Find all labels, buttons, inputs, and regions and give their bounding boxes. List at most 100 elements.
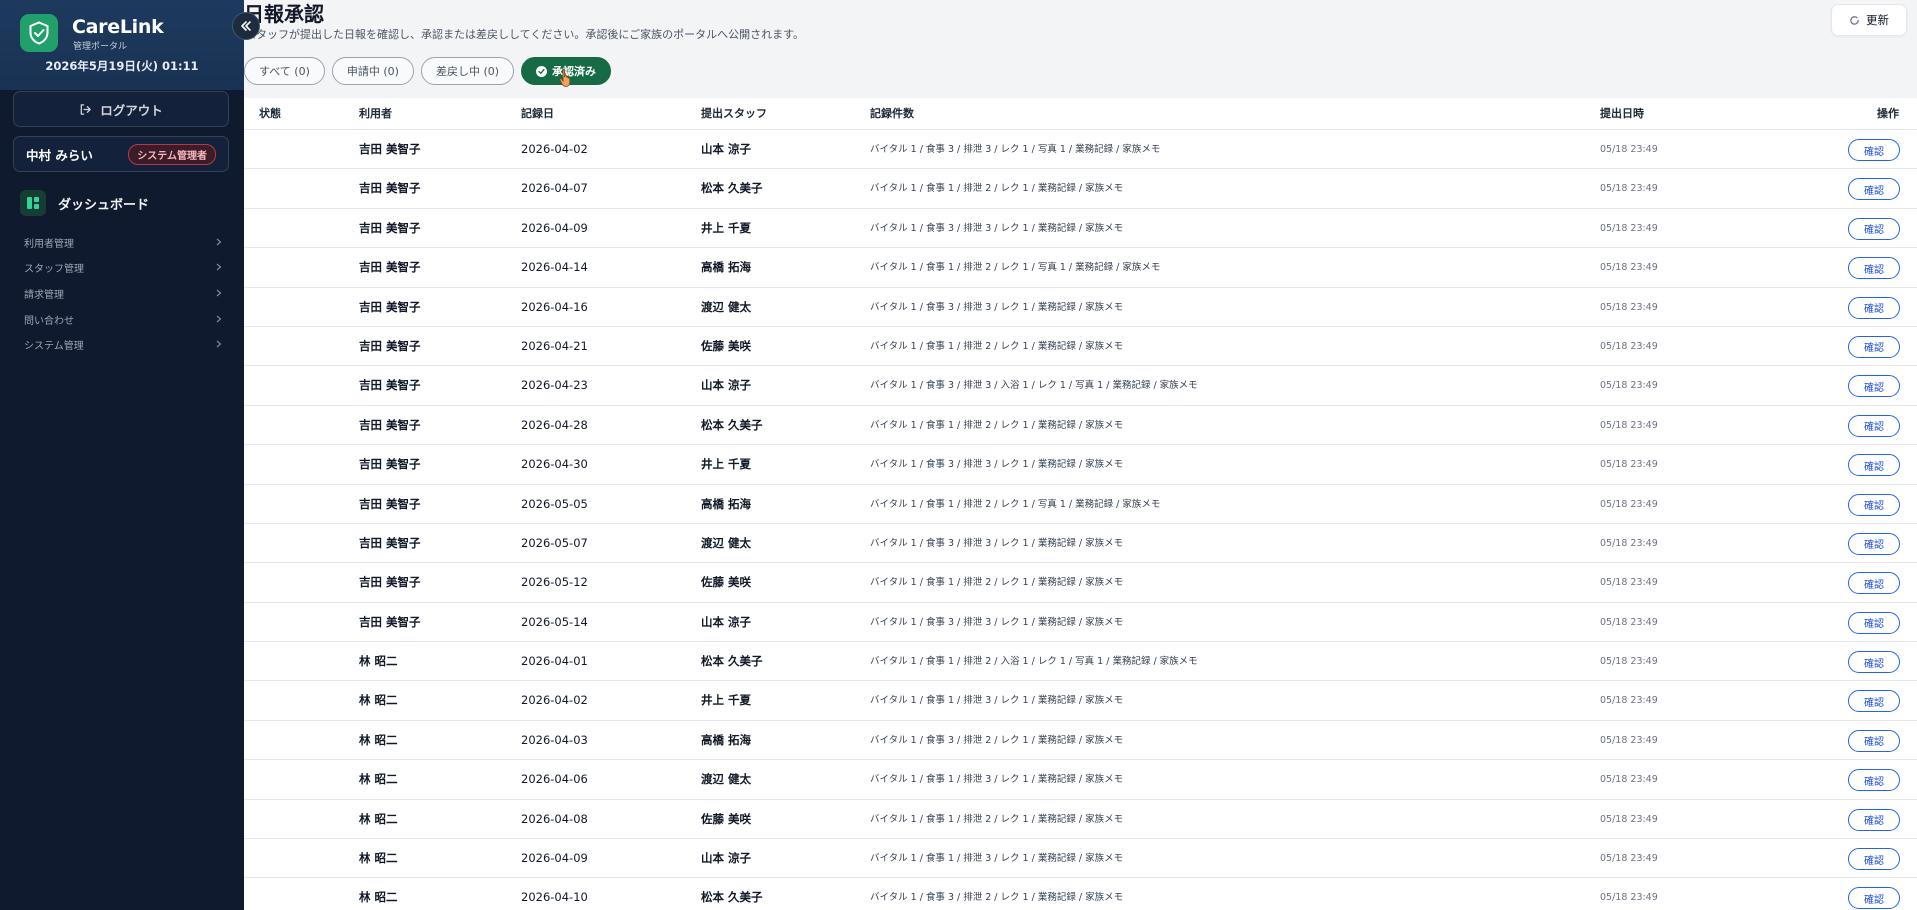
row-user: 吉田 美智子	[359, 260, 421, 275]
row-staff: 山本 涼子	[701, 378, 752, 393]
status-filters: すべて (0) 申請中 (0) 差戻し中 (0) 承認済み	[244, 57, 612, 85]
col-actions: 操作	[1877, 107, 1899, 120]
row-submitted: 05/18 23:49	[1600, 892, 1658, 904]
row-user: 吉田 美智子	[359, 299, 421, 314]
row-staff: 井上 千夏	[701, 220, 752, 235]
table-row: 吉田 美智子 2026-04-16 渡辺 健太 バイタル 1 / 食事 3 / 排泄 …	[244, 287, 1917, 327]
table-row: 吉田 美智子 2026-04-14 高橋 拓海 バイタル 1 / 食事 1 / 排泄 …	[244, 248, 1917, 288]
row-staff: 山本 涼子	[701, 614, 752, 629]
row-counts: バイタル 1 / 食事 3 / 排泄 2 / レク 1 / 業務記録 / 家族メ…	[870, 734, 1124, 746]
dashboard-label: ダッシュボード	[58, 197, 150, 213]
logout-button[interactable]: ログアウト	[13, 91, 229, 127]
row-user: 林 昭二	[359, 890, 398, 905]
confirm-button[interactable]: 確認	[1848, 178, 1900, 201]
confirm-button[interactable]: 確認	[1848, 887, 1900, 910]
row-user: 吉田 美智子	[359, 338, 421, 353]
row-user: 林 昭二	[359, 693, 398, 708]
row-user: 吉田 美智子	[359, 181, 421, 196]
logout-icon	[80, 103, 92, 115]
row-counts: バイタル 1 / 食事 1 / 排泄 2 / 入浴 1 / レク 1 / 写真 …	[870, 656, 1198, 668]
col-staff: 提出スタッフ	[701, 107, 767, 120]
row-counts: バイタル 1 / 食事 3 / 排泄 3 / レク 1 / 業務記録 / 家族メ…	[870, 459, 1124, 471]
nav-group-system[interactable]: システム管理	[24, 334, 224, 354]
table-body: 吉田 美智子 2026-04-02 山本 涼子 バイタル 1 / 食事 3 / 排泄 …	[244, 130, 1917, 910]
confirm-button[interactable]: 確認	[1848, 335, 1900, 358]
row-submitted: 05/18 23:49	[1600, 695, 1658, 707]
table-row: 吉田 美智子 2026-04-23 山本 涼子 バイタル 1 / 食事 3 / 排泄 …	[244, 366, 1917, 406]
row-user: 吉田 美智子	[359, 496, 421, 511]
nav-dashboard[interactable]: ダッシュボード	[20, 190, 149, 216]
row-date: 2026-04-09	[521, 220, 588, 235]
nav-group-staff[interactable]: スタッフ管理	[24, 257, 224, 277]
row-submitted: 05/18 23:49	[1600, 537, 1658, 549]
shield-check-icon	[20, 14, 58, 52]
row-submitted: 05/18 23:49	[1600, 419, 1658, 431]
filter-returned[interactable]: 差戻し中 (0)	[420, 57, 515, 85]
row-submitted: 05/18 23:49	[1600, 262, 1658, 274]
row-submitted: 05/18 23:49	[1600, 498, 1658, 510]
table-row: 林 昭二 2026-04-08 佐藤 美咲 バイタル 1 / 食事 1 / 排泄 2 …	[244, 799, 1917, 840]
row-user: 林 昭二	[359, 851, 398, 866]
confirm-button[interactable]: 確認	[1848, 217, 1900, 240]
table-row: 吉田 美智子 2026-04-07 松本 久美子 バイタル 1 / 食事 1 / 排泄…	[244, 169, 1917, 209]
double-chevron-left-icon	[241, 21, 251, 31]
table-header: 状態 利用者 記録日 提出スタッフ 記録件数 提出日時 操作	[244, 98, 1917, 130]
dashboard-icon	[20, 190, 46, 216]
nav-group-inquiries[interactable]: 問い合わせ	[24, 309, 224, 329]
table-row: 吉田 美智子 2026-04-02 山本 涼子 バイタル 1 / 食事 3 / 排泄 …	[244, 130, 1917, 170]
chevron-right-icon	[214, 339, 224, 349]
collapse-sidebar-button[interactable]	[232, 12, 260, 40]
row-staff: 高橋 拓海	[701, 496, 752, 511]
confirm-button[interactable]: 確認	[1848, 848, 1900, 871]
row-date: 2026-04-10	[521, 890, 588, 905]
row-submitted: 05/18 23:49	[1600, 774, 1658, 786]
col-user: 利用者	[359, 107, 392, 120]
row-date: 2026-04-14	[521, 260, 588, 275]
filter-pending[interactable]: 申請中 (0)	[331, 57, 414, 85]
confirm-button[interactable]: 確認	[1848, 572, 1900, 595]
confirm-button[interactable]: 確認	[1848, 493, 1900, 516]
nav-group-users[interactable]: 利用者管理	[24, 232, 224, 252]
confirm-button[interactable]: 確認	[1848, 296, 1900, 319]
confirm-button[interactable]: 確認	[1848, 690, 1900, 713]
confirm-button[interactable]: 確認	[1848, 139, 1900, 161]
row-counts: バイタル 1 / 食事 3 / 排泄 2 / レク 1 / 業務記録 / 家族メ…	[870, 892, 1124, 904]
table-row: 吉田 美智子 2026-04-30 井上 千夏 バイタル 1 / 食事 3 / 排泄 …	[244, 445, 1917, 485]
confirm-button[interactable]: 確認	[1848, 375, 1900, 398]
row-staff: 井上 千夏	[701, 457, 752, 472]
row-date: 2026-04-06	[521, 772, 588, 787]
table-row: 林 昭二 2026-04-09 山本 涼子 バイタル 1 / 食事 1 / 排泄 3 …	[244, 839, 1917, 879]
confirm-button[interactable]: 確認	[1848, 532, 1900, 555]
table-row: 吉田 美智子 2026-05-14 山本 涼子 バイタル 1 / 食事 3 / 排泄 …	[244, 602, 1917, 643]
row-staff: 佐藤 美咲	[701, 338, 752, 353]
row-counts: バイタル 1 / 食事 1 / 排泄 3 / レク 1 / 業務記録 / 家族メ…	[870, 853, 1124, 865]
row-date: 2026-04-01	[521, 654, 588, 669]
nav-group-label: 利用者管理	[24, 238, 74, 250]
confirm-button[interactable]: 確認	[1848, 414, 1900, 437]
nav-group-label: スタッフ管理	[24, 263, 84, 275]
confirm-button[interactable]: 確認	[1848, 769, 1900, 792]
current-datetime: 2026年5月19日(火) 01:11	[45, 59, 199, 73]
refresh-button[interactable]: 更新	[1831, 4, 1907, 36]
chevron-right-icon	[214, 262, 224, 272]
row-user: 吉田 美智子	[359, 457, 421, 472]
confirm-button[interactable]: 確認	[1848, 454, 1900, 477]
row-user: 林 昭二	[359, 811, 398, 826]
nav-group-billing[interactable]: 請求管理	[24, 283, 224, 303]
row-user: 林 昭二	[359, 732, 398, 747]
row-user: 吉田 美智子	[359, 220, 421, 235]
table-row: 吉田 美智子 2026-04-09 井上 千夏 バイタル 1 / 食事 3 / 排泄 …	[244, 208, 1917, 249]
col-date: 記録日	[521, 107, 554, 120]
filter-all[interactable]: すべて (0)	[244, 57, 325, 85]
row-user: 吉田 美智子	[359, 417, 421, 432]
confirm-button[interactable]: 確認	[1848, 729, 1900, 752]
row-staff: 井上 千夏	[701, 693, 752, 708]
row-counts: バイタル 1 / 食事 3 / 排泄 3 / レク 1 / 写真 1 / 業務記…	[870, 144, 1161, 155]
row-user: 林 昭二	[359, 654, 398, 669]
confirm-button[interactable]: 確認	[1848, 257, 1900, 280]
confirm-button[interactable]: 確認	[1848, 611, 1900, 634]
row-user: 林 昭二	[359, 772, 398, 787]
row-date: 2026-04-30	[521, 457, 588, 472]
confirm-button[interactable]: 確認	[1848, 808, 1900, 831]
confirm-button[interactable]: 確認	[1848, 651, 1900, 674]
